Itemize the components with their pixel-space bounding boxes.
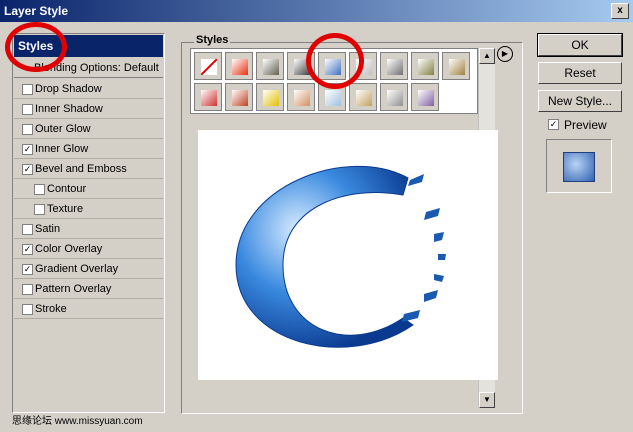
style-thumbnail-icon bbox=[563, 152, 595, 182]
watermark-text: 思缘论坛 www.missyuan.com bbox=[12, 416, 143, 427]
style-swatch[interactable] bbox=[225, 83, 253, 111]
swatch-preview-icon bbox=[325, 90, 341, 106]
title-bar: Layer Style x bbox=[0, 0, 633, 22]
style-swatch[interactable] bbox=[256, 83, 284, 111]
style-swatch[interactable] bbox=[349, 83, 377, 111]
swatch-preview-icon bbox=[418, 90, 434, 106]
window-title: Layer Style bbox=[4, 4, 69, 18]
swatch-preview-icon bbox=[263, 59, 279, 75]
checkbox-icon[interactable]: ✓ bbox=[22, 164, 33, 175]
style-option-contour[interactable]: Contour bbox=[14, 179, 163, 199]
checkbox-icon[interactable]: ✓ bbox=[22, 244, 33, 255]
reset-button[interactable]: Reset bbox=[538, 62, 622, 84]
style-thumbnail bbox=[546, 139, 612, 193]
ok-button[interactable]: OK bbox=[537, 33, 623, 57]
scroll-up-icon[interactable]: ▲ bbox=[479, 48, 495, 64]
swatch-preview-icon bbox=[294, 90, 310, 106]
style-option-label: Stroke bbox=[35, 303, 67, 315]
style-swatch[interactable] bbox=[411, 52, 439, 80]
style-option-stroke[interactable]: Stroke bbox=[14, 299, 163, 319]
document-preview-area bbox=[198, 130, 498, 380]
style-option-label: Bevel and Emboss bbox=[35, 163, 127, 175]
style-swatch[interactable] bbox=[225, 52, 253, 80]
style-option-label: Inner Glow bbox=[35, 143, 89, 155]
style-swatch[interactable] bbox=[194, 52, 222, 80]
checkbox-icon[interactable] bbox=[22, 304, 33, 315]
style-option-label: Color Overlay bbox=[35, 243, 103, 255]
preview-label: Preview bbox=[564, 118, 607, 132]
c-logo-graphic bbox=[235, 165, 446, 348]
style-swatch[interactable] bbox=[287, 83, 315, 111]
swatch-preview-icon bbox=[263, 90, 279, 106]
style-option-label: Gradient Overlay bbox=[35, 263, 119, 275]
style-swatch[interactable] bbox=[411, 83, 439, 111]
style-option-pattern-overlay[interactable]: Pattern Overlay bbox=[14, 279, 163, 299]
checkbox-icon[interactable] bbox=[34, 184, 45, 195]
checkbox-icon[interactable]: ✓ bbox=[22, 264, 33, 275]
style-option-inner-glow[interactable]: ✓ Inner Glow bbox=[14, 139, 163, 159]
checkbox-icon[interactable] bbox=[22, 224, 33, 235]
style-option-bevel-and-emboss[interactable]: ✓ Bevel and Emboss bbox=[14, 159, 163, 179]
swatch-preview-icon bbox=[232, 59, 248, 75]
style-swatch[interactable] bbox=[442, 52, 470, 80]
swatch-preview-icon bbox=[232, 90, 248, 106]
highlight-circle-styles bbox=[5, 22, 67, 72]
swatch-preview-icon bbox=[356, 90, 372, 106]
preview-check-icon[interactable]: ✓ bbox=[548, 119, 559, 130]
style-list-panel: Styles Blending Options: Default Drop Sh… bbox=[12, 33, 165, 413]
style-swatch[interactable] bbox=[380, 83, 408, 111]
style-option-color-overlay[interactable]: ✓ Color Overlay bbox=[14, 239, 163, 259]
checkbox-icon[interactable] bbox=[22, 84, 33, 95]
styles-group-label: Styles bbox=[194, 34, 231, 46]
style-option-label: Satin bbox=[35, 223, 61, 235]
style-option-outer-glow[interactable]: Outer Glow bbox=[14, 119, 163, 139]
highlight-circle-swatch bbox=[306, 33, 364, 89]
style-option-gradient-overlay[interactable]: ✓ Gradient Overlay bbox=[14, 259, 163, 279]
close-button[interactable]: x bbox=[611, 3, 629, 19]
swatch-preview-icon bbox=[449, 59, 465, 75]
checkbox-icon[interactable] bbox=[22, 124, 33, 135]
swatch-preview-icon bbox=[387, 59, 403, 75]
style-option-label: Outer Glow bbox=[35, 123, 91, 135]
style-option-satin[interactable]: Satin bbox=[14, 219, 163, 239]
swatch-preview-icon bbox=[201, 90, 217, 106]
checkbox-icon[interactable] bbox=[22, 284, 33, 295]
style-option-label: Contour bbox=[47, 183, 87, 195]
scroll-down-icon[interactable]: ▼ bbox=[479, 392, 495, 408]
swatch-preview-icon bbox=[200, 58, 218, 76]
style-option-label: Drop Shadow bbox=[35, 83, 102, 95]
style-option-inner-shadow[interactable]: Inner Shadow bbox=[14, 99, 163, 119]
style-swatch[interactable] bbox=[194, 83, 222, 111]
style-option-texture[interactable]: Texture bbox=[14, 199, 163, 219]
checkbox-icon[interactable]: ✓ bbox=[22, 144, 33, 155]
style-swatch[interactable] bbox=[256, 52, 284, 80]
checkbox-icon[interactable] bbox=[22, 104, 33, 115]
swatch-preview-icon bbox=[418, 59, 434, 75]
new-style-button[interactable]: New Style... bbox=[538, 90, 622, 112]
style-option-label: Pattern Overlay bbox=[35, 283, 112, 295]
style-option-label: Texture bbox=[47, 203, 84, 215]
palette-menu-icon[interactable]: ▶ bbox=[497, 46, 513, 62]
style-swatch[interactable] bbox=[380, 52, 408, 80]
style-option-label: Inner Shadow bbox=[35, 103, 103, 115]
checkbox-icon[interactable] bbox=[34, 204, 45, 215]
swatch-preview-icon bbox=[387, 90, 403, 106]
style-option-drop-shadow[interactable]: Drop Shadow bbox=[14, 79, 163, 99]
